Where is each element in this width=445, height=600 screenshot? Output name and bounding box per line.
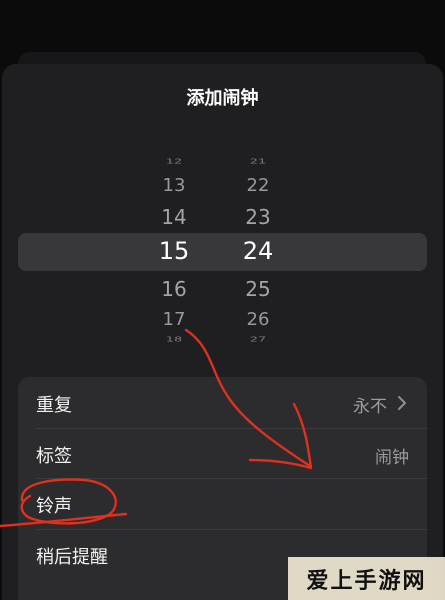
minute-wheel[interactable]: 21 22 23 24 25 26 27 [228,140,288,360]
sheet-title: 添加闹钟 [186,88,259,109]
screen: 添加闹钟 12 13 14 15 16 17 18 21 22 23 24 25… [0,0,445,600]
hour-option[interactable]: 16 [144,277,204,301]
ringtone-row[interactable]: 铃声 [18,478,427,530]
hour-option[interactable]: 14 [144,205,204,229]
site-watermark: 爱上手游网 [288,557,445,600]
hour-option[interactable]: 17 [144,309,204,330]
minute-option[interactable]: 27 [228,335,288,343]
hour-option[interactable]: 12 [144,157,204,165]
repeat-value: 永不 [353,397,387,417]
repeat-label: 重复 [36,395,72,416]
hour-option[interactable]: 13 [144,175,204,196]
minute-option[interactable]: 25 [228,277,288,301]
minute-option[interactable]: 21 [228,157,288,165]
minute-option[interactable]: 22 [228,175,288,196]
label-value-input[interactable]: 闹钟 [375,443,409,468]
hour-wheel[interactable]: 12 13 14 15 16 17 18 [144,140,204,360]
selected-hour[interactable]: 15 [144,237,204,265]
minute-option[interactable]: 26 [228,309,288,330]
snooze-label: 稍后提醒 [36,547,108,568]
ringtone-label: 铃声 [36,496,72,517]
chevron-right-icon [398,396,406,410]
label-label: 标签 [36,446,72,467]
hour-option[interactable]: 18 [144,335,204,343]
selected-minute[interactable]: 24 [228,237,288,265]
picker-selection-highlight [18,233,427,271]
time-picker[interactable]: 12 13 14 15 16 17 18 21 22 23 24 25 26 2… [0,140,445,360]
repeat-row[interactable]: 重复 永不 [18,377,427,429]
minute-option[interactable]: 23 [228,205,288,229]
label-row[interactable]: 标签 闹钟 [18,428,427,480]
